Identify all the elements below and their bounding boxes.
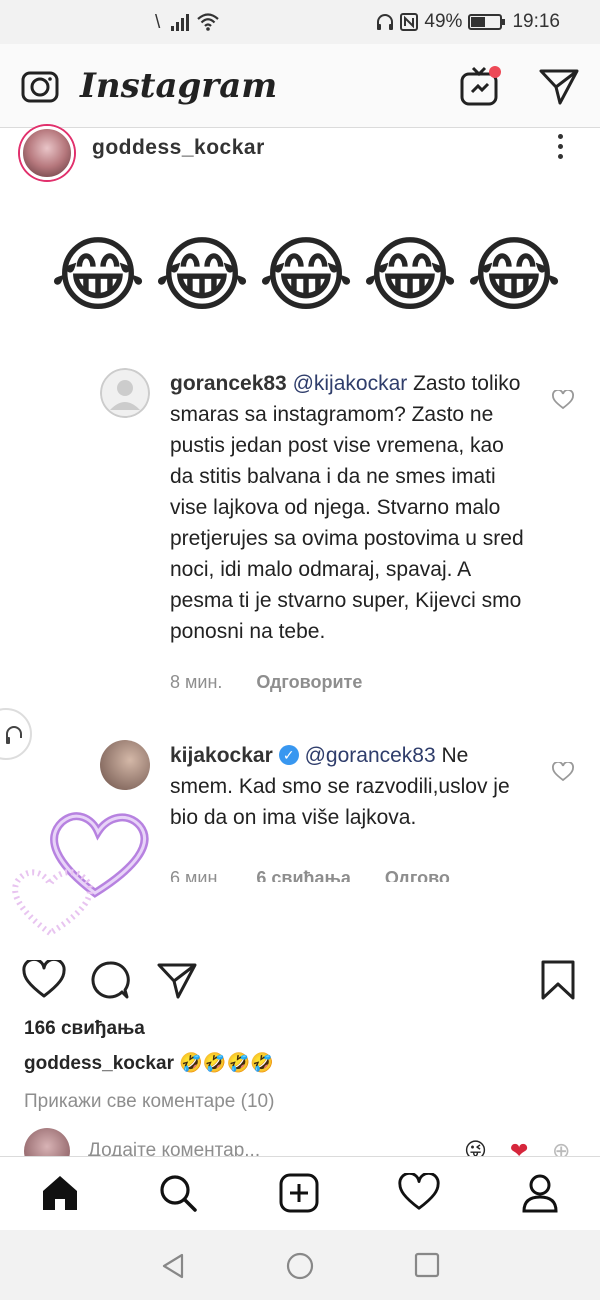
more-options-icon[interactable] (552, 134, 568, 164)
system-nav-bar (0, 1230, 600, 1300)
home-icon[interactable] (40, 1173, 80, 1213)
comment-like-icon (552, 762, 574, 782)
tears-of-joy-emoji: 😂 (258, 230, 354, 321)
post-caption: goddess_kockar 🤣🤣🤣🤣 (24, 1051, 274, 1075)
recents-icon[interactable] (414, 1252, 440, 1278)
direct-send-icon[interactable] (538, 66, 580, 106)
clock: 19:16 (512, 11, 560, 32)
comment-meta: 6 мин. 6 свиђања Одгово (170, 868, 450, 882)
comment-mention: @kijakockar (292, 372, 408, 395)
share-send-icon[interactable] (156, 960, 198, 1000)
like-heart-icon[interactable] (22, 960, 66, 1000)
new-post-icon[interactable] (279, 1173, 319, 1213)
comment-reply: Одговорите (256, 672, 363, 692)
bottom-nav (0, 1156, 600, 1230)
instagram-logo: Instagram (80, 66, 278, 106)
comment-avatar (100, 740, 150, 790)
comment-body: kijakockar ✓ @gorancek83 Ne smem. Kad smo… (170, 740, 530, 833)
verified-badge-icon: ✓ (278, 745, 299, 765)
tears-of-joy-emoji: 😂 (466, 230, 562, 321)
audio-toggle[interactable] (0, 708, 32, 760)
quick-emoji-add-icon[interactable]: ⊕ (552, 1138, 570, 1156)
profile-icon[interactable] (520, 1173, 560, 1213)
bookmark-icon[interactable] (540, 960, 576, 1000)
comment-text: Zasto toliko smaras sa instagramom? Zast… (170, 372, 524, 643)
tears-of-joy-emoji: 😂 (154, 230, 250, 321)
comment-likes: 6 свиђања (256, 868, 351, 882)
comment-meta: 8 мин. Одговорите (170, 672, 362, 693)
post-author-username[interactable]: goddess_kockar (92, 136, 265, 160)
quick-emoji-wink[interactable]: 😜 (464, 1138, 487, 1156)
nfc-icon (400, 13, 419, 31)
search-icon[interactable] (158, 1173, 198, 1213)
comment-body: gorancek83 @kijakockar Zasto toliko smar… (170, 368, 530, 647)
status-right: 49% 19:16 (376, 11, 560, 33)
back-icon[interactable] (160, 1252, 186, 1280)
add-comment-input[interactable]: Додајте коментар... (88, 1140, 260, 1156)
activity-heart-icon[interactable] (398, 1173, 440, 1213)
battery-percent: 49% (424, 11, 463, 32)
battery-icon (468, 14, 506, 30)
comment-time: 8 мин. (170, 672, 223, 692)
headphones-icon (6, 726, 22, 744)
post-image[interactable]: 😂 😂 😂 😂 😂 gorancek83 @kijakockar Zasto t… (0, 188, 600, 948)
current-user-avatar (24, 1128, 70, 1156)
quick-emoji-heart[interactable]: ❤ (510, 1138, 528, 1156)
comment-username: gorancek83 (170, 372, 287, 395)
status-bar: \ 49% 19:16 (0, 0, 600, 44)
caption-text: 🤣🤣🤣🤣 (179, 1053, 274, 1074)
add-comment-row: Додајте коментар... 😜 ❤ ⊕ (0, 1126, 600, 1156)
igtv-icon[interactable] (458, 64, 504, 110)
emoji-row: 😂 😂 😂 😂 😂 (50, 228, 562, 324)
cell-signal-icon (171, 14, 189, 31)
post-header: goddess_kockar (0, 126, 600, 180)
home-circle-icon[interactable] (286, 1252, 314, 1280)
comment-icon[interactable] (90, 960, 130, 1000)
comment-mention: @gorancek83 (304, 744, 436, 767)
app-header: Instagram (0, 44, 600, 128)
caption-username[interactable]: goddess_kockar (24, 1053, 174, 1074)
tears-of-joy-emoji: 😂 (362, 230, 458, 321)
post-author-avatar[interactable] (20, 126, 74, 180)
view-all-comments-link[interactable]: Прикажи све коментаре (10) (24, 1091, 274, 1113)
default-avatar-icon (100, 368, 150, 418)
post-action-bar (0, 950, 600, 1010)
comment-like-icon (552, 390, 574, 410)
signal-indicator: \ (155, 12, 161, 33)
likes-count[interactable]: 166 свиђања (24, 1018, 145, 1040)
comment-username: kijakockar (170, 744, 273, 767)
comment-reply: Одгово (384, 868, 450, 882)
camera-icon[interactable] (20, 66, 60, 106)
hearts-sticker-icon (12, 812, 149, 937)
wifi-icon (197, 13, 219, 31)
comment-time: 6 мин. (170, 868, 223, 882)
headphones-icon (377, 14, 394, 30)
tears-of-joy-emoji: 😂 (50, 230, 146, 321)
